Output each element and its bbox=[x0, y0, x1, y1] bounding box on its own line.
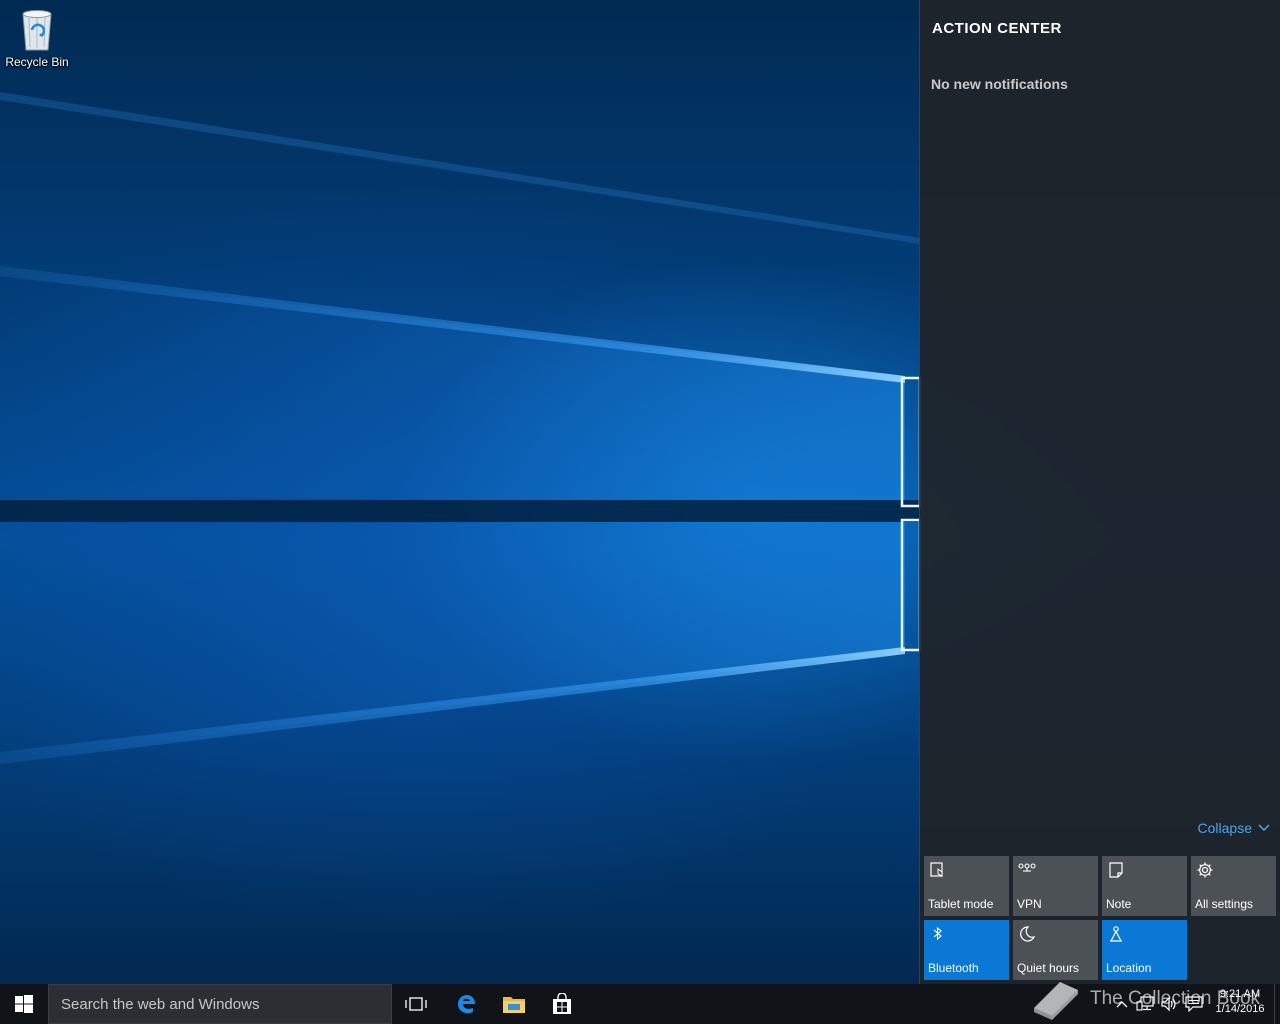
recycle-bin[interactable]: Recycle Bin bbox=[4, 6, 70, 69]
gear-icon bbox=[1197, 862, 1213, 878]
start-button[interactable] bbox=[0, 984, 48, 1024]
quick-action-label: VPN bbox=[1017, 897, 1042, 911]
network-button[interactable] bbox=[1134, 984, 1156, 1024]
search-placeholder: Search the web and Windows bbox=[61, 995, 260, 1013]
search-input[interactable]: Search the web and Windows bbox=[48, 984, 392, 1024]
clock-date: 1/14/2016 bbox=[1215, 1003, 1265, 1015]
quick-action-vpn[interactable]: VPN bbox=[1013, 856, 1098, 916]
quick-action-label: Tablet mode bbox=[928, 897, 994, 911]
clock-time: 9:21 AM bbox=[1219, 988, 1261, 1000]
chevron-down-icon bbox=[1258, 824, 1270, 832]
edge-button[interactable] bbox=[442, 984, 490, 1024]
file-explorer-button[interactable] bbox=[490, 984, 538, 1024]
network-icon bbox=[1136, 996, 1154, 1011]
recycle-bin-icon bbox=[22, 10, 52, 51]
quick-actions: Tablet mode VPN Note All settings Blueto… bbox=[924, 856, 1280, 980]
action-center-button[interactable] bbox=[1182, 984, 1206, 1024]
collapse-button[interactable]: Collapse bbox=[1198, 820, 1270, 836]
clock[interactable]: 9:21 AM 1/14/2016 bbox=[1209, 987, 1271, 1017]
store-button[interactable] bbox=[538, 984, 586, 1024]
recycle-bin-label: Recycle Bin bbox=[5, 55, 69, 69]
volume-icon bbox=[1161, 996, 1176, 1012]
quick-action-label: Bluetooth bbox=[928, 961, 979, 975]
task-view-icon bbox=[405, 997, 427, 1011]
folder-icon bbox=[503, 997, 525, 1013]
quick-action-quiet-hours[interactable]: Quiet hours bbox=[1013, 920, 1098, 980]
store-icon bbox=[553, 993, 571, 1014]
windows-logo-icon bbox=[15, 995, 33, 1013]
quick-action-label: All settings bbox=[1195, 897, 1254, 911]
action-center-panel: ACTION CENTER No new notifications Colla… bbox=[919, 0, 1280, 984]
action-center-icon bbox=[1185, 996, 1203, 1012]
volume-button[interactable] bbox=[1158, 984, 1180, 1024]
quick-action-label: Note bbox=[1106, 897, 1132, 911]
moon-icon bbox=[1020, 926, 1036, 942]
vpn-icon bbox=[1018, 863, 1036, 872]
bluetooth-icon bbox=[933, 926, 942, 941]
quick-action-tablet-mode[interactable]: Tablet mode bbox=[924, 856, 1009, 916]
quick-action-label: Quiet hours bbox=[1017, 961, 1080, 975]
location-icon bbox=[1110, 926, 1122, 942]
task-view-button[interactable] bbox=[392, 984, 440, 1024]
taskbar: Search the web and Windows 9:21 AM 1/14/… bbox=[0, 984, 1280, 1024]
tablet-mode-icon bbox=[930, 862, 943, 877]
note-icon bbox=[1109, 862, 1123, 878]
quick-action-all-settings[interactable]: All settings bbox=[1191, 856, 1276, 916]
show-hidden-icons-button[interactable] bbox=[1112, 984, 1132, 1024]
action-center-title: ACTION CENTER bbox=[932, 20, 1062, 37]
no-notifications-message: No new notifications bbox=[931, 76, 1068, 92]
collapse-label: Collapse bbox=[1197, 820, 1252, 836]
quick-action-location[interactable]: Location bbox=[1102, 920, 1187, 980]
chevron-up-icon bbox=[1116, 1001, 1128, 1008]
quick-action-label: Location bbox=[1106, 961, 1152, 975]
show-desktop-button[interactable] bbox=[1274, 984, 1280, 1024]
edge-icon bbox=[458, 995, 475, 1014]
quick-action-bluetooth[interactable]: Bluetooth bbox=[924, 920, 1009, 980]
quick-action-note[interactable]: Note bbox=[1102, 856, 1187, 916]
